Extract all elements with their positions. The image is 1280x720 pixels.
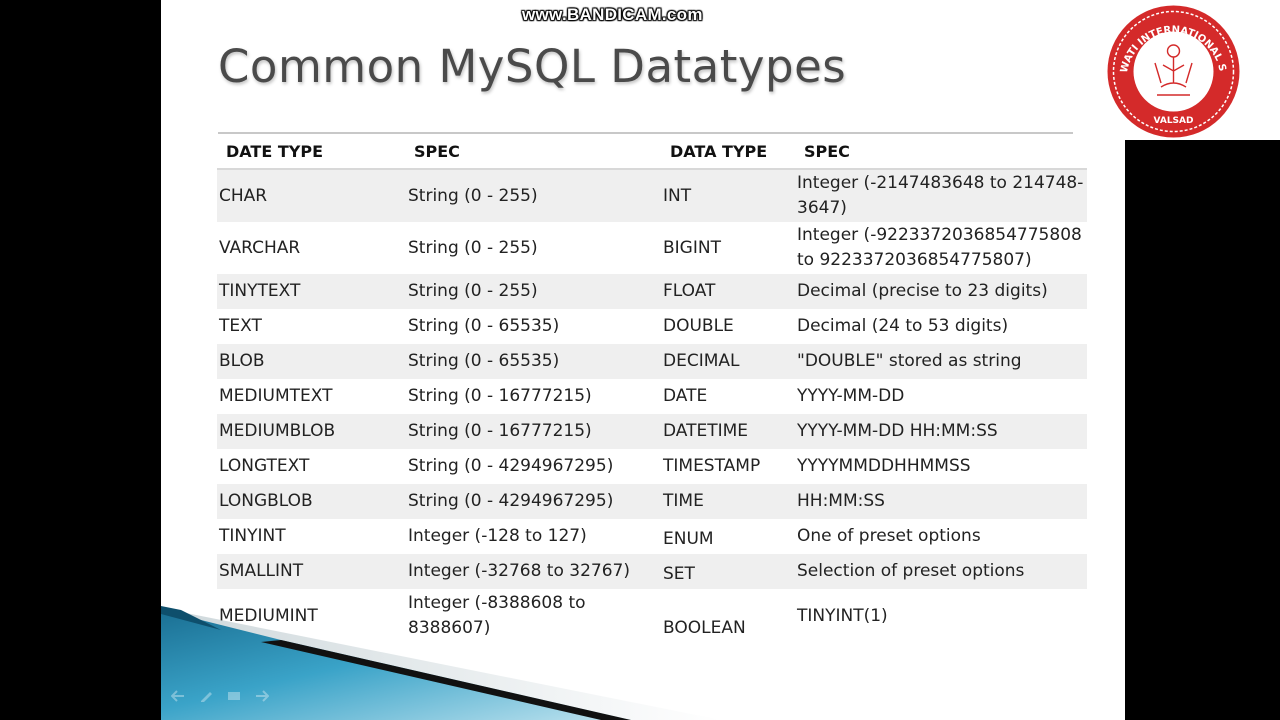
cell-spec-right: Decimal (24 to 53 digits) <box>797 316 1009 336</box>
cell-type-left: VARCHAR <box>219 237 301 258</box>
cell-spec-left: String (0 - 65535) <box>408 351 560 371</box>
cell-type-right: TIME <box>663 491 704 511</box>
cell-spec-left: String (0 - 255) <box>408 237 538 258</box>
header-spec-2: SPEC <box>804 141 850 161</box>
table-row: SMALLINT Integer (-32768 to 32767) SET S… <box>217 554 1087 589</box>
slide: Common MySQL Datatypes DATE TYPE SPEC DA… <box>161 0 1125 720</box>
menu-icon[interactable] <box>227 690 241 702</box>
slide-title: Common MySQL Datatypes <box>218 40 847 93</box>
table-row: TINYTEXT String (0 - 255) FLOAT Decimal … <box>217 274 1087 309</box>
table-row: MEDIUMTEXT String (0 - 16777215) DATE YY… <box>217 379 1087 414</box>
cell-type-left: MEDIUMTEXT <box>219 386 333 406</box>
cell-type-right: DATE <box>663 386 708 406</box>
cell-spec-left: Integer (-32768 to 32767) <box>408 561 630 581</box>
cell-type-left: LONGTEXT <box>219 456 310 476</box>
cell-type-left: LONGBLOB <box>219 491 313 511</box>
cell-spec-left: String (0 - 255) <box>408 185 538 206</box>
cell-spec-right: Integer (-9223372036854775808 to 9223372… <box>797 225 1082 270</box>
header-spec: SPEC <box>414 141 460 161</box>
cell-type-right: DOUBLE <box>663 316 734 336</box>
cell-type-left: TINYINT <box>219 526 286 546</box>
cell-type-right: TIMESTAMP <box>663 456 761 476</box>
table-row: MEDIUMBLOB String (0 - 16777215) DATETIM… <box>217 414 1087 449</box>
cell-spec-left: Integer (-128 to 127) <box>408 526 587 546</box>
header-date-type: DATE TYPE <box>226 141 323 161</box>
table-row: BLOB String (0 - 65535) DECIMAL "DOUBLE"… <box>217 344 1087 379</box>
cell-type-right: INT <box>663 185 692 206</box>
table-row: CHAR String (0 - 255) INT Integer (-2147… <box>217 170 1087 222</box>
cell-spec-right: Integer (-2147483648 to 214748-3647) <box>797 173 1084 218</box>
cell-type-right: FLOAT <box>663 281 716 301</box>
slide-corner-decoration <box>161 606 721 720</box>
cell-spec-right: One of preset options <box>797 526 981 546</box>
table-header-row: DATE TYPE SPEC DATA TYPE SPEC <box>217 134 1087 170</box>
table-row: LONGBLOB String (0 - 4294967295) TIME HH… <box>217 484 1087 519</box>
datatype-table: DATE TYPE SPEC DATA TYPE SPEC CHAR Strin… <box>217 134 1087 643</box>
table-row: VARCHAR String (0 - 255) BIGINT Integer … <box>217 222 1087 274</box>
cell-type-left: TEXT <box>219 316 262 336</box>
cell-spec-left: String (0 - 16777215) <box>408 386 592 406</box>
cell-type-right: DECIMAL <box>663 351 740 371</box>
cell-type-left: MEDIUMBLOB <box>219 421 336 441</box>
school-seal-logo: SARASWATI INTERNATIONAL SCHOOL VALSAD <box>1105 3 1240 138</box>
cell-spec-right: YYYY-MM-DD HH:MM:SS <box>797 421 998 441</box>
cell-type-left: BLOB <box>219 351 265 371</box>
table-row: TINYINT Integer (-128 to 127) ENUM One o… <box>217 519 1087 554</box>
cell-spec-left: String (0 - 16777215) <box>408 421 592 441</box>
cell-spec-right: "DOUBLE" stored as string <box>797 351 1022 371</box>
header-data-type: DATA TYPE <box>670 141 768 161</box>
previous-arrow-icon[interactable] <box>171 690 185 702</box>
next-arrow-icon[interactable] <box>255 690 269 702</box>
table-row: TEXT String (0 - 65535) DOUBLE Decimal (… <box>217 309 1087 344</box>
cell-type-right: SET <box>663 564 695 584</box>
cell-spec-right: YYYY-MM-DD <box>797 386 905 406</box>
cell-spec-right: YYYYMMDDHHMMSS <box>797 456 971 476</box>
recorder-watermark: www.BANDICAM.com <box>522 5 703 24</box>
table-row: LONGTEXT String (0 - 4294967295) TIMESTA… <box>217 449 1087 484</box>
cell-type-right: BIGINT <box>663 237 721 258</box>
slideshow-controls[interactable] <box>171 690 269 702</box>
pen-icon[interactable] <box>199 690 213 702</box>
logo-text-bottom: VALSAD <box>1154 116 1194 126</box>
cell-spec-right: HH:MM:SS <box>797 491 885 511</box>
cell-type-left: CHAR <box>219 185 268 206</box>
cell-spec-right: Selection of preset options <box>797 561 1025 581</box>
cell-type-right: DATETIME <box>663 421 749 441</box>
cell-spec-right: Decimal (precise to 23 digits) <box>797 281 1048 301</box>
cell-spec-left: String (0 - 65535) <box>408 316 560 336</box>
cell-type-left: TINYTEXT <box>219 281 301 301</box>
cell-type-left: SMALLINT <box>219 561 304 581</box>
cell-type-right: ENUM <box>663 529 714 549</box>
cell-spec-left: String (0 - 4294967295) <box>408 491 614 511</box>
cell-spec-left: String (0 - 4294967295) <box>408 456 614 476</box>
cell-spec-left: String (0 - 255) <box>408 281 538 301</box>
